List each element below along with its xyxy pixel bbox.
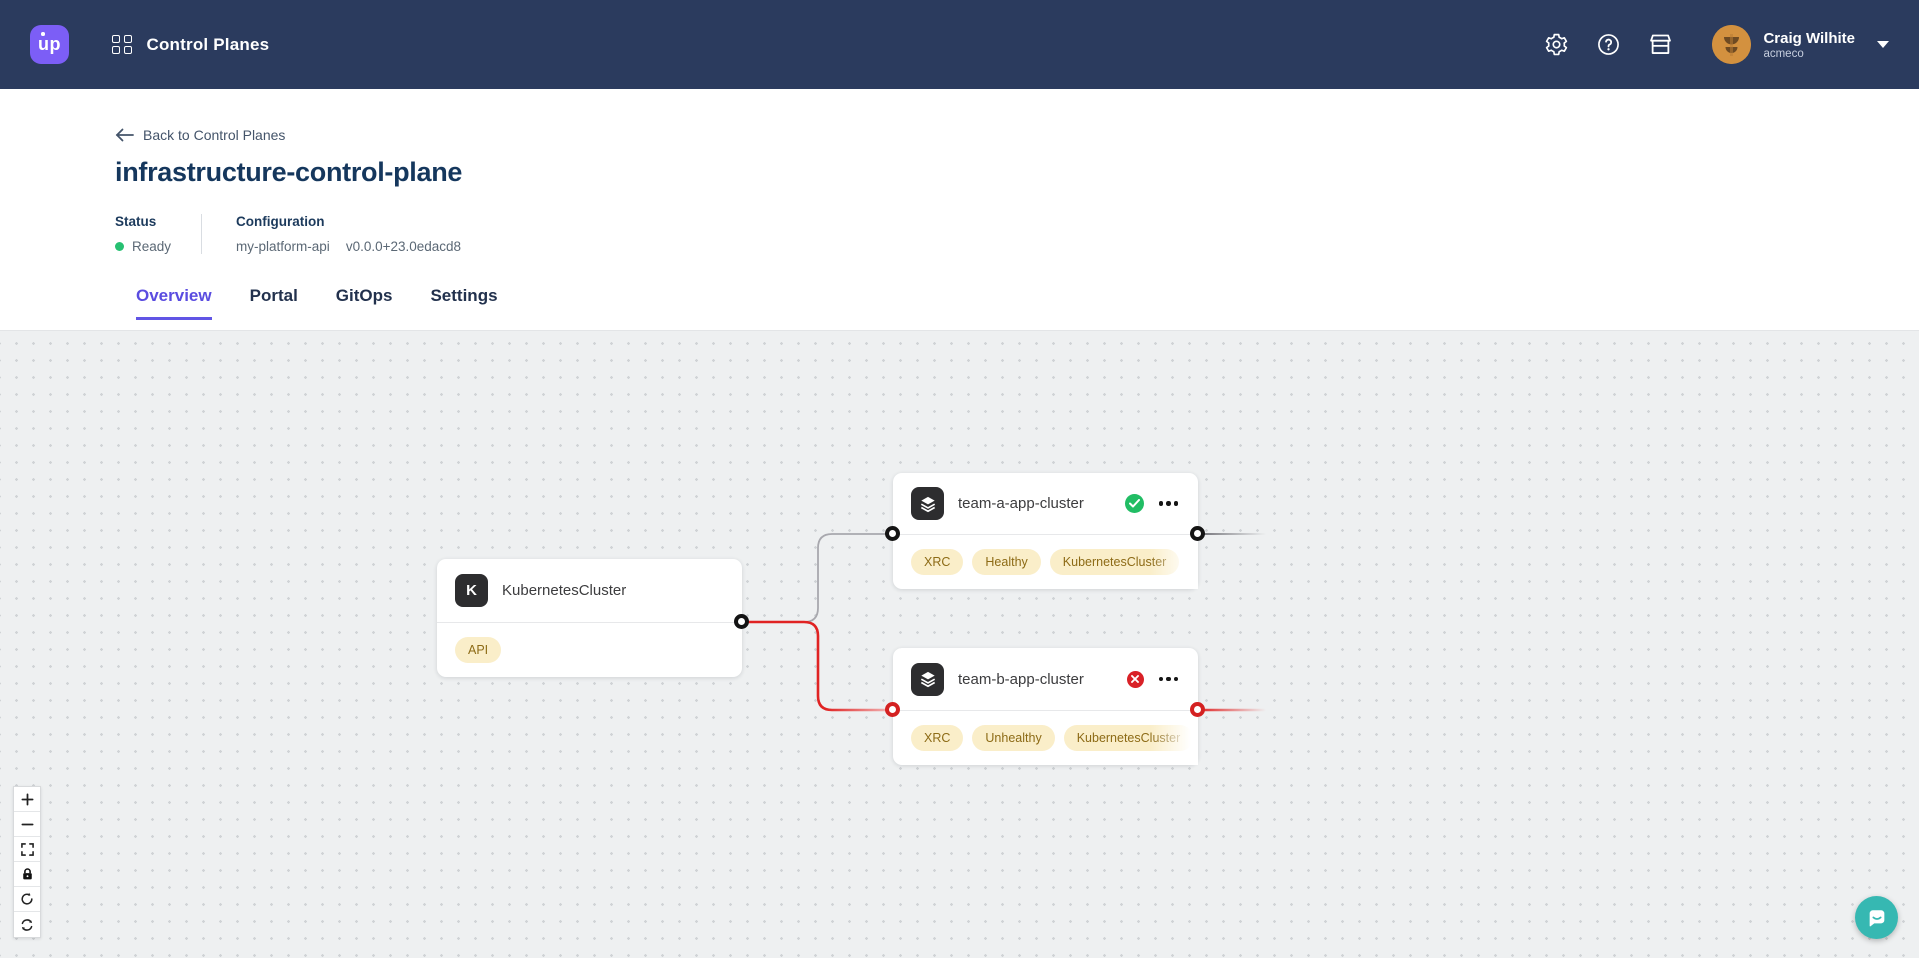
configuration-version: v0.0.0+23.0edacd8 xyxy=(346,239,461,254)
node-title: team-b-app-cluster xyxy=(958,671,1127,688)
tab-gitops[interactable]: GitOps xyxy=(336,286,393,320)
lock-button[interactable] xyxy=(14,862,40,887)
help-icon[interactable] xyxy=(1594,31,1622,59)
user-name: Craig Wilhite xyxy=(1763,30,1855,47)
node-menu-kebab-icon[interactable] xyxy=(1157,497,1181,510)
node-kubernetescluster[interactable]: K KubernetesCluster API xyxy=(437,559,742,677)
marketplace-store-icon[interactable] xyxy=(1646,31,1674,59)
k-icon-letter: K xyxy=(466,582,477,599)
handle-team-b-source[interactable] xyxy=(1190,702,1205,717)
back-to-control-planes-link[interactable]: Back to Control Planes xyxy=(115,127,285,143)
node-badges: API xyxy=(437,623,742,677)
user-menu[interactable]: Craig Wilhite acmeco xyxy=(1712,25,1889,64)
user-meta: Craig Wilhite acmeco xyxy=(1763,30,1855,60)
configuration-name: my-platform-api xyxy=(236,239,330,254)
logo-dot xyxy=(41,32,45,36)
chat-widget-button[interactable] xyxy=(1855,896,1898,939)
badge-pill: XRC xyxy=(911,549,963,575)
badge-pill: KubernetesCluster xyxy=(1050,549,1180,575)
grid-square xyxy=(124,35,132,43)
grid-square xyxy=(124,46,132,54)
page-header: Back to Control Planes infrastructure-co… xyxy=(0,89,1919,254)
badge-pill: Healthy xyxy=(972,549,1040,575)
ready-status-dot xyxy=(115,242,124,251)
zoom-in-button[interactable] xyxy=(14,787,40,812)
handle-team-a-source[interactable] xyxy=(1190,526,1205,541)
healthy-check-icon xyxy=(1125,494,1144,513)
node-badges: XRC Healthy KubernetesCluster xyxy=(893,535,1198,589)
badge-pill: API xyxy=(455,637,501,663)
node-badges: XRC Unhealthy KubernetesCluster xyxy=(893,711,1198,765)
node-team-a-app-cluster[interactable]: team-a-app-cluster XRC Healthy Kubernete… xyxy=(893,473,1198,589)
grid-square xyxy=(112,35,120,43)
badge-pill: KubernetesCluster xyxy=(1064,725,1194,751)
arrow-left-icon xyxy=(115,128,134,142)
badge-pill: XRC xyxy=(911,725,963,751)
layers-icon xyxy=(911,487,944,520)
tab-portal[interactable]: Portal xyxy=(250,286,298,320)
fit-view-button[interactable] xyxy=(14,837,40,862)
user-org: acmeco xyxy=(1763,48,1855,60)
grid-square xyxy=(112,46,120,54)
graph-edges xyxy=(0,331,1919,959)
refresh-button[interactable] xyxy=(14,912,40,937)
node-title: team-a-app-cluster xyxy=(958,495,1125,512)
apps-grid-icon[interactable] xyxy=(112,35,132,55)
tab-bar: Overview Portal GitOps Settings xyxy=(0,286,1919,320)
avatar xyxy=(1712,25,1751,64)
status-section: Status Ready xyxy=(115,214,171,254)
node-menu-kebab-icon[interactable] xyxy=(1157,673,1181,686)
layers-icon xyxy=(911,663,944,696)
handle-team-a-target[interactable] xyxy=(885,526,900,541)
top-navbar: up Control Planes xyxy=(0,0,1919,89)
meta-row: Status Ready Configuration my-platform-a… xyxy=(115,214,1919,254)
handle-team-b-target[interactable] xyxy=(885,702,900,717)
canvas-controls xyxy=(13,786,41,938)
node-title: KubernetesCluster xyxy=(502,582,724,599)
app-title: Control Planes xyxy=(147,35,270,55)
unhealthy-x-icon xyxy=(1127,671,1144,688)
settings-gear-icon[interactable] xyxy=(1542,31,1570,59)
upbound-logo[interactable]: up xyxy=(30,25,69,64)
vertical-divider xyxy=(201,214,202,254)
status-label: Status xyxy=(115,214,171,229)
app-window: up Control Planes xyxy=(0,0,1919,958)
back-link-label: Back to Control Planes xyxy=(143,127,285,143)
chat-bubble-icon xyxy=(1866,907,1888,929)
rotate-button[interactable] xyxy=(14,887,40,912)
page-title: infrastructure-control-plane xyxy=(115,157,1919,188)
logo-text: up xyxy=(38,34,61,55)
k-square-icon: K xyxy=(455,574,488,607)
status-value: Ready xyxy=(132,239,171,254)
edge-k-to-team-b xyxy=(742,622,893,710)
badge-pill: Unhealthy xyxy=(972,725,1054,751)
edge-k-to-team-a xyxy=(742,534,893,622)
configuration-label: Configuration xyxy=(236,214,461,229)
tab-settings[interactable]: Settings xyxy=(430,286,497,320)
tab-overview[interactable]: Overview xyxy=(136,286,212,320)
configuration-section: Configuration my-platform-api v0.0.0+23.… xyxy=(236,214,461,254)
chevron-down-icon xyxy=(1877,41,1889,48)
zoom-out-button[interactable] xyxy=(14,812,40,837)
resource-graph-canvas[interactable]: K KubernetesCluster API team-a-app-cl xyxy=(0,330,1919,958)
handle-k-source[interactable] xyxy=(734,614,749,629)
node-team-b-app-cluster[interactable]: team-b-app-cluster XRC Unhealthy Kuberne… xyxy=(893,648,1198,765)
